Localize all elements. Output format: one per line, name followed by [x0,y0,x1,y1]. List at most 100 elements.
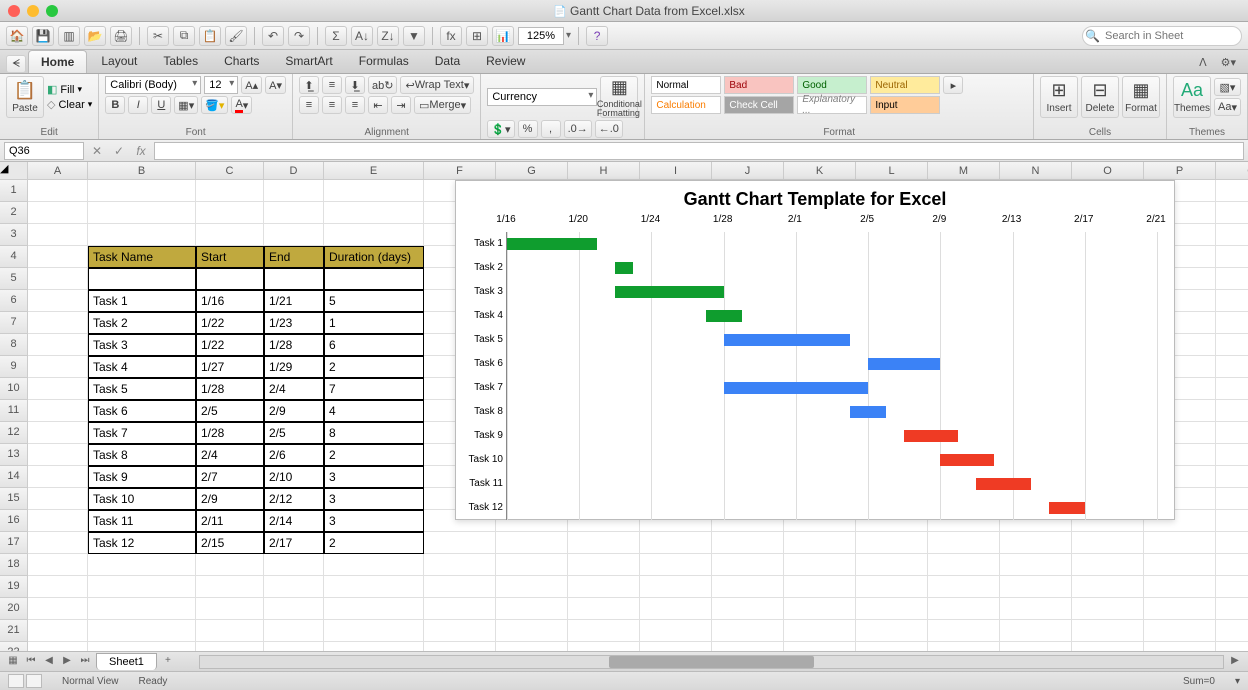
name-box[interactable] [4,142,84,160]
cell[interactable] [496,532,568,554]
collapse-ribbon-icon[interactable]: ᐱ [1193,52,1213,73]
cell[interactable] [28,312,88,334]
ribbon-settings-icon[interactable]: ⚙▾ [1215,52,1242,73]
cell[interactable] [28,202,88,224]
cell[interactable]: Task 6 [88,400,196,422]
cell[interactable]: 1/16 [196,290,264,312]
show-formulas-icon[interactable]: ⊞ [466,26,488,46]
align-bottom-icon[interactable]: ⬇̲ [345,76,365,94]
cell[interactable]: Task 3 [88,334,196,356]
cell[interactable] [928,532,1000,554]
cell[interactable]: 1/29 [264,356,324,378]
gantt-bar[interactable] [507,238,597,250]
cell[interactable]: 2/15 [196,532,264,554]
row-header[interactable]: 17 [0,532,28,554]
views-icon[interactable]: ▦ [6,655,20,669]
cell[interactable] [784,576,856,598]
gantt-bar[interactable] [615,262,633,274]
row-header[interactable]: 4 [0,246,28,268]
cell[interactable] [712,532,784,554]
cell[interactable] [1216,488,1248,510]
cell[interactable] [1000,532,1072,554]
cell[interactable]: Task 8 [88,444,196,466]
number-format-select[interactable] [487,88,597,106]
row-header[interactable]: 7 [0,312,28,334]
increase-indent-icon[interactable]: ⇥ [391,96,411,114]
cell[interactable]: 2/5 [196,400,264,422]
col-header[interactable]: H [568,162,640,180]
cell-style-calculation[interactable]: Calculation [651,96,721,114]
cell[interactable] [196,180,264,202]
cell[interactable] [1144,532,1216,554]
border-button[interactable]: ▦▾ [174,96,198,114]
cell[interactable] [1072,554,1144,576]
cell[interactable] [1216,224,1248,246]
minimize-window-button[interactable] [27,5,39,17]
orientation-icon[interactable]: ab↻ [368,76,397,94]
cell[interactable] [28,246,88,268]
cell[interactable] [1072,576,1144,598]
gantt-bar[interactable] [868,358,940,370]
cell[interactable]: 3 [324,466,424,488]
cell[interactable] [1144,598,1216,620]
cell[interactable] [640,598,712,620]
col-header[interactable]: I [640,162,712,180]
cell[interactable] [712,598,784,620]
gantt-bar[interactable] [904,430,958,442]
col-header[interactable]: J [712,162,784,180]
cell[interactable]: 6 [324,334,424,356]
col-header[interactable]: M [928,162,1000,180]
cell[interactable] [568,532,640,554]
decrease-font-icon[interactable]: A▾ [265,76,286,94]
cell-style-good[interactable]: Good [797,76,867,94]
cell[interactable] [1216,246,1248,268]
fx-label[interactable]: fx [132,142,150,160]
cell[interactable]: Duration (days) [324,246,424,268]
cell[interactable] [928,598,1000,620]
ribbon-tab-review[interactable]: Review [474,50,537,73]
select-all-corner[interactable]: ◢ [0,162,28,180]
cell[interactable] [928,554,1000,576]
comma-icon[interactable]: , [541,120,561,138]
gantt-bar[interactable] [706,310,742,322]
cell[interactable] [196,202,264,224]
cancel-formula-icon[interactable]: ✕ [88,142,106,160]
cell[interactable] [640,642,712,652]
cell[interactable] [324,598,424,620]
wrap-text-button[interactable]: ↩ Wrap Text ▾ [400,76,474,94]
ribbon-tab-smartart[interactable]: SmartArt [273,50,344,73]
cell[interactable]: 1/22 [196,312,264,334]
sort-desc-icon[interactable]: Z↓ [377,26,399,46]
row-header[interactable]: 10 [0,378,28,400]
theme-fonts-icon[interactable]: Aa▾ [1214,98,1241,116]
cell[interactable] [568,620,640,642]
cell[interactable] [856,532,928,554]
cell[interactable]: Task 10 [88,488,196,510]
cell[interactable] [424,554,496,576]
delete-button[interactable]: ⊟Delete [1081,76,1119,118]
cell[interactable] [264,554,324,576]
cell[interactable]: 2 [324,356,424,378]
cell[interactable]: Task 7 [88,422,196,444]
cell[interactable] [196,576,264,598]
ribbon-tab-home[interactable]: Home [28,50,87,73]
cell[interactable] [1216,642,1248,652]
cell[interactable] [88,224,196,246]
ribbon-tab-tables[interactable]: Tables [151,50,210,73]
italic-button[interactable]: I [128,96,148,114]
cell[interactable]: 2/10 [264,466,324,488]
cell[interactable] [1216,312,1248,334]
next-sheet-icon[interactable]: ▶ [60,655,74,669]
theme-colors-icon[interactable]: ▧▾ [1214,78,1241,96]
cell[interactable]: 2/4 [196,444,264,466]
decrease-indent-icon[interactable]: ⇤ [368,96,388,114]
cell[interactable] [568,642,640,652]
cell[interactable] [1216,576,1248,598]
cell[interactable] [1216,334,1248,356]
ribbon-tab-layout[interactable]: Layout [89,50,149,73]
row-header[interactable]: 21 [0,620,28,642]
cell[interactable]: 1/23 [264,312,324,334]
cell[interactable] [928,642,1000,652]
col-header[interactable]: N [1000,162,1072,180]
paste-button[interactable]: 📋Paste [6,76,44,118]
